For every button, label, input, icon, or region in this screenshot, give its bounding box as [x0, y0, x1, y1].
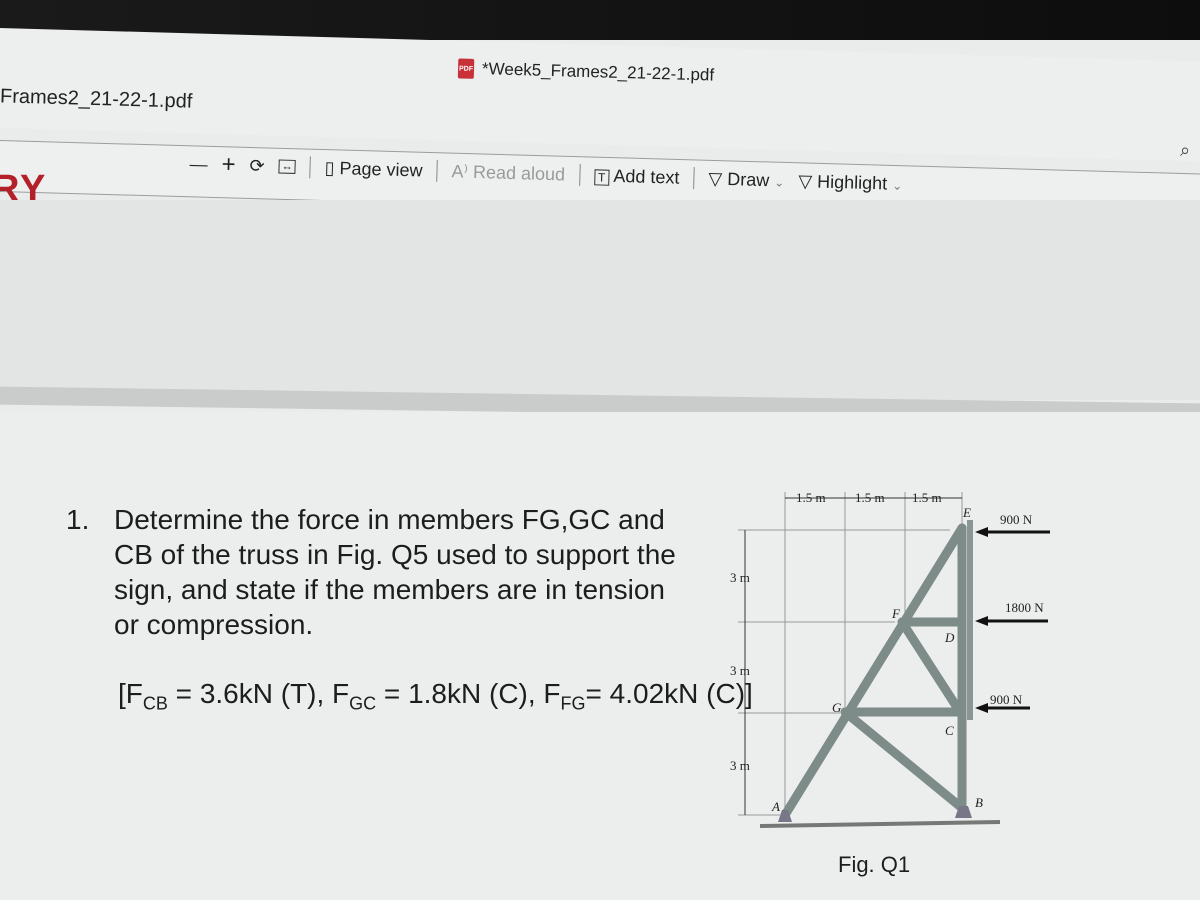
dim-label: 3 m	[730, 663, 750, 678]
load-label: 1800 N	[1005, 600, 1044, 615]
dim-label: 3 m	[730, 570, 750, 585]
load-arrows	[975, 527, 1050, 713]
guide-lines	[738, 492, 963, 816]
node-label: F	[891, 606, 901, 621]
dim-label: 3 m	[730, 758, 750, 773]
ground	[759, 820, 1001, 828]
sign-plate	[967, 520, 973, 720]
node-label: A	[771, 799, 780, 814]
truss-members	[780, 523, 967, 820]
dim-label: 1.5 m	[855, 490, 885, 505]
node-label: C	[945, 723, 954, 738]
dim-label: 1.5 m	[912, 490, 942, 505]
load-label: 900 N	[1000, 512, 1033, 527]
dim-label: 1.5 m	[796, 490, 826, 505]
load-label: 900 N	[990, 692, 1023, 707]
truss-figure: 1.5 m 1.5 m 1.5 m 3 m 3 m 3 m 900 N 1800…	[730, 490, 1050, 877]
figure-caption: Fig. Q1	[838, 852, 910, 877]
node-label: D	[944, 630, 955, 645]
node-label: G	[832, 700, 842, 715]
node-label: E	[962, 505, 971, 520]
node-label: B	[975, 795, 983, 810]
